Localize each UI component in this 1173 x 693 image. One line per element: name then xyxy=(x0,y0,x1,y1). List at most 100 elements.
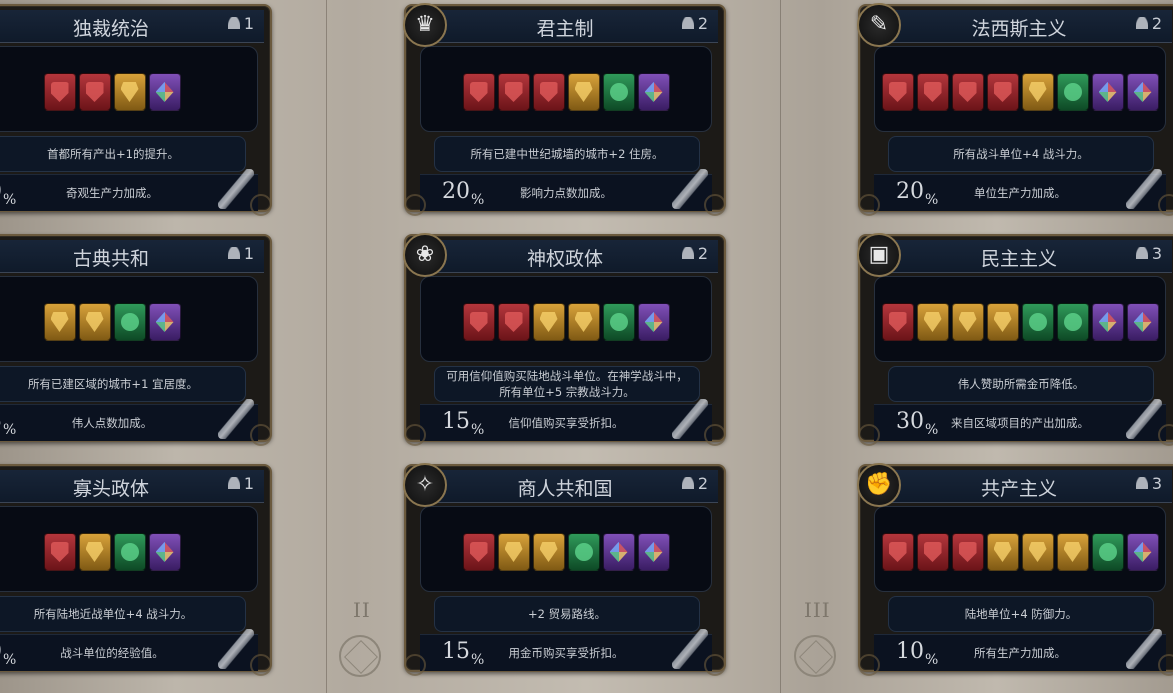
bonus-text: +2 贸易路线。 xyxy=(527,607,607,621)
legacy-text: 所有生产力加成。 xyxy=(974,646,1066,660)
policy-slot-economic[interactable] xyxy=(497,533,530,571)
government-card[interactable]: 独裁统治 1 首都所有产出+1的提升。 % 奇观生产力加成。 xyxy=(0,2,274,218)
government-title: 民主主义 xyxy=(980,248,1057,270)
government-card[interactable]: 神权政体 2 可用信仰值购买陆地战斗单位。在神学战斗中，所有单位+5 宗教战斗力… xyxy=(402,232,728,448)
policy-slot-economic[interactable] xyxy=(1021,73,1054,111)
policy-slot-wildcard[interactable] xyxy=(1126,73,1159,111)
policy-slot-military[interactable] xyxy=(43,73,76,111)
policy-slot-diplomatic[interactable] xyxy=(602,303,635,341)
military-gem-icon xyxy=(923,82,942,102)
government-card[interactable]: 古典共和 1 所有已建区域的城市+1 宜居度。 % 伟人点数加成。 xyxy=(0,232,274,448)
policy-slot-military[interactable] xyxy=(881,533,914,571)
diplomatic-gem-icon xyxy=(609,313,628,331)
wildcard-slot-count: 1 xyxy=(227,474,254,493)
policy-slot-wildcard[interactable] xyxy=(637,303,670,341)
policy-slot-economic[interactable] xyxy=(951,303,984,341)
citizen-icon xyxy=(681,247,694,259)
policy-slot-diplomatic[interactable] xyxy=(1021,303,1054,341)
policy-slot-military[interactable] xyxy=(881,73,914,111)
government-card[interactable]: 法西斯主义 2 所有战斗单位+4 战斗力。 20% 单位生产力加成。 ✎ xyxy=(856,2,1173,218)
policy-slot-military[interactable] xyxy=(462,533,495,571)
policy-slot-wildcard[interactable] xyxy=(637,73,670,111)
policy-slot-military[interactable] xyxy=(951,73,984,111)
policy-slot-military[interactable] xyxy=(462,303,495,341)
quill-icon xyxy=(218,169,254,209)
crown-icon: ♛ xyxy=(403,3,447,47)
policy-slot-military[interactable] xyxy=(43,533,76,571)
policy-slot-diplomatic[interactable] xyxy=(567,533,600,571)
policy-slot-wildcard[interactable] xyxy=(1126,533,1159,571)
policy-slot-military[interactable] xyxy=(532,73,565,111)
policy-slot-wildcard[interactable] xyxy=(1091,303,1124,341)
slot-count-value: 3 xyxy=(1151,244,1162,263)
policy-slot-military[interactable] xyxy=(916,73,949,111)
policy-slot-wildcard[interactable] xyxy=(637,533,670,571)
policy-slot-diplomatic[interactable] xyxy=(113,533,146,571)
policy-slot-diplomatic[interactable] xyxy=(1091,533,1124,571)
military-gem-icon xyxy=(469,312,488,332)
diplomatic-gem-icon xyxy=(1028,313,1047,331)
policy-slot-economic[interactable] xyxy=(1056,533,1089,571)
diplomatic-gem-icon xyxy=(609,83,628,101)
policy-slot-wildcard[interactable] xyxy=(148,73,181,111)
policy-slot-diplomatic[interactable] xyxy=(602,73,635,111)
policy-slot-military[interactable] xyxy=(916,533,949,571)
policy-slot-diplomatic[interactable] xyxy=(113,303,146,341)
policy-slot-economic[interactable] xyxy=(78,303,111,341)
government-card[interactable]: 民主主义 3 伟人赞助所需金币降低。 30% 来自区域项目的产出加成。 ▣ xyxy=(856,232,1173,448)
policy-slot-economic[interactable] xyxy=(532,303,565,341)
government-card[interactable]: 商人共和国 2 +2 贸易路线。 15% 用金币购买享受折扣。 ✧ xyxy=(402,462,728,678)
policy-slot-economic[interactable] xyxy=(1021,533,1054,571)
policy-slot-economic[interactable] xyxy=(113,73,146,111)
legacy-bonus: 10% 所有生产力加成。 xyxy=(874,629,1166,671)
policy-slot-wildcard[interactable] xyxy=(1126,303,1159,341)
laurel-icon xyxy=(404,194,426,216)
inherent-bonus: 所有已建区域的城市+1 宜居度。 xyxy=(0,366,246,402)
policy-slot-wildcard[interactable] xyxy=(1091,73,1124,111)
policy-slots xyxy=(875,533,1165,571)
laurel-icon xyxy=(858,654,880,676)
policy-slot-military[interactable] xyxy=(497,303,530,341)
laurel-icon xyxy=(404,424,426,446)
policy-slot-panel xyxy=(420,506,712,592)
title-bar: 共产主义 3 xyxy=(866,470,1172,503)
policy-slot-economic[interactable] xyxy=(567,303,600,341)
policy-slot-economic[interactable] xyxy=(532,533,565,571)
government-card[interactable]: 共产主义 3 陆地单位+4 防御力。 10% 所有生产力加成。 ✊ xyxy=(856,462,1173,678)
bonus-text: 所有陆地近战单位+4 战斗力。 xyxy=(33,607,193,621)
policy-slot-military[interactable] xyxy=(986,73,1019,111)
quill-icon xyxy=(1126,399,1162,439)
policy-slot-military[interactable] xyxy=(78,73,111,111)
policy-slot-military[interactable] xyxy=(462,73,495,111)
government-card[interactable]: 君主制 2 所有已建中世纪城墙的城市+2 住房。 20% 影响力点数加成。 ♛ xyxy=(402,2,728,218)
wildcard-gem-icon xyxy=(155,542,174,562)
title-bar: 君主制 2 xyxy=(412,10,718,43)
policy-slot-economic[interactable] xyxy=(567,73,600,111)
government-title: 君主制 xyxy=(536,18,594,40)
government-card[interactable]: 寡头政体 1 所有陆地近战单位+4 战斗力。 % 战斗单位的经验值。 xyxy=(0,462,274,678)
policy-slot-economic[interactable] xyxy=(986,533,1019,571)
column-divider xyxy=(326,0,327,693)
policy-slot-wildcard[interactable] xyxy=(148,533,181,571)
policy-slots xyxy=(875,303,1165,341)
policy-slot-wildcard[interactable] xyxy=(602,533,635,571)
policy-slot-economic[interactable] xyxy=(43,303,76,341)
policy-slot-economic[interactable] xyxy=(78,533,111,571)
military-gem-icon xyxy=(469,542,488,562)
policy-slot-economic[interactable] xyxy=(916,303,949,341)
policy-slot-military[interactable] xyxy=(881,303,914,341)
policy-slot-economic[interactable] xyxy=(986,303,1019,341)
inherent-bonus: 首都所有产出+1的提升。 xyxy=(0,136,246,172)
military-gem-icon xyxy=(539,82,558,102)
policy-slot-military[interactable] xyxy=(951,533,984,571)
policy-slot-diplomatic[interactable] xyxy=(1056,73,1089,111)
policy-slots xyxy=(421,303,711,341)
military-gem-icon xyxy=(469,82,488,102)
policy-slot-military[interactable] xyxy=(497,73,530,111)
quill-icon xyxy=(672,399,708,439)
policy-slot-wildcard[interactable] xyxy=(148,303,181,341)
slot-count-value: 2 xyxy=(697,474,708,493)
citizen-icon xyxy=(681,17,694,29)
policy-slot-diplomatic[interactable] xyxy=(1056,303,1089,341)
legacy-bonus: 15% 用金币购买享受折扣。 xyxy=(420,629,712,671)
